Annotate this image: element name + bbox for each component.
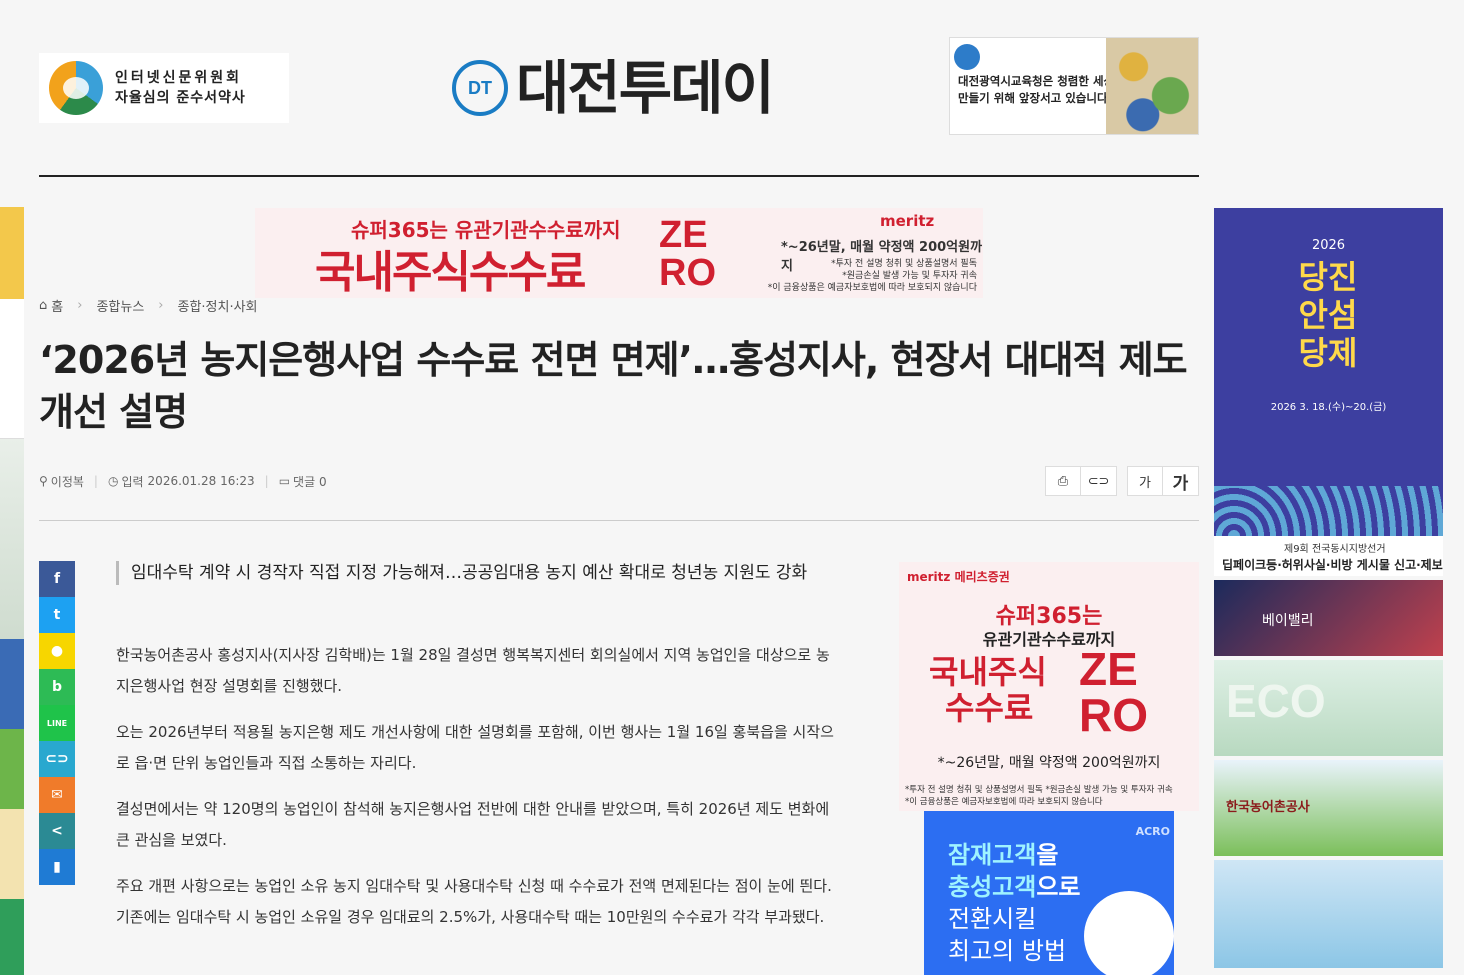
edu-ad-line1: 대전광역시교육청은 청렴한 세상을 bbox=[958, 74, 1125, 88]
krc-ad[interactable]: 한국농어촌공사 bbox=[1214, 760, 1443, 856]
chevron-right-icon: › bbox=[77, 297, 83, 313]
copy-link-button[interactable]: ⊂⊃ bbox=[1081, 466, 1117, 496]
right-sidebar-ads: 2026 당진 안섬 당제 2026 3. 18.(수)~20.(금) 제9회 … bbox=[1214, 208, 1443, 968]
paragraph: 결성면에서는 약 120명의 농업인이 참석해 농지은행사업 전반에 대한 안내… bbox=[116, 800, 830, 849]
article-meta: ⚲ 이정복 | ◷ 입력 2026.01.28 16:23 | ▭ 댓글 0 bbox=[39, 473, 327, 490]
paragraph: 주요 개편 사항으로는 농업인 소유 농지 임대수탁 및 사용대수탁 신청 때 … bbox=[116, 877, 832, 926]
comment-icon: ▭ bbox=[278, 474, 291, 488]
font-decrease-button[interactable]: 가 bbox=[1127, 466, 1163, 496]
dt-logo-icon: DT bbox=[452, 60, 508, 116]
facebook-icon: f bbox=[53, 571, 61, 587]
email-share-button[interactable]: ✉ bbox=[39, 777, 75, 813]
acro-ad[interactable]: ACRO 잠재고객을 충성고객으로 전환시킬 최고의 방법 bbox=[924, 811, 1174, 975]
link-icon: ⊂⊃ bbox=[45, 751, 69, 767]
twitter-share-button[interactable]: t bbox=[39, 597, 75, 633]
article-body: 한국농어촌공사 홍성지사(지사장 김학배)는 1월 28일 결성면 행복복지센터… bbox=[116, 640, 836, 948]
line-share-button[interactable]: LINE bbox=[39, 705, 75, 741]
breadcrumb-level1[interactable]: 종합뉴스 bbox=[96, 296, 144, 315]
paragraph: 오는 2026년부터 적용될 농지은행 제도 개선사항에 대한 설명회를 포함해… bbox=[116, 723, 834, 772]
link-icon: ⊂⊃ bbox=[1087, 473, 1110, 489]
edu-ad-line2: 만들기 위해 앞장서고 있습니다. bbox=[958, 91, 1112, 105]
band-icon: b bbox=[51, 679, 63, 695]
link-share-button[interactable]: ⊂⊃ bbox=[39, 741, 75, 777]
baybally-ad[interactable]: 베이밸리 bbox=[1214, 580, 1443, 656]
share-icon: < bbox=[51, 823, 63, 839]
comment-count[interactable]: 댓글 0 bbox=[293, 473, 327, 490]
article-date: 2026.01.28 16:23 bbox=[147, 474, 255, 488]
edu-ad-photo bbox=[1106, 38, 1198, 134]
eco-ad[interactable]: ECO bbox=[1214, 660, 1443, 756]
press-badge-line1: 인터넷신문위원회 bbox=[115, 70, 243, 86]
press-commission-logo-icon bbox=[49, 61, 103, 115]
print-icon: ⎙ bbox=[1057, 473, 1069, 489]
press-commission-badge[interactable]: 인터넷신문위원회 자율심의 준수서약사 bbox=[39, 53, 289, 123]
education-office-logo-icon bbox=[954, 44, 980, 70]
twitter-icon: t bbox=[53, 607, 61, 623]
chevron-right-icon: › bbox=[158, 297, 164, 313]
site-name: 대전투데이 bbox=[516, 54, 775, 122]
dangjin-festival-poster-ad[interactable]: 2026 당진 안섬 당제 2026 3. 18.(수)~20.(금) bbox=[1214, 208, 1443, 536]
article-tools: ⎙ ⊂⊃ 가 가 bbox=[1045, 466, 1199, 496]
home-icon[interactable]: ⌂ bbox=[39, 298, 47, 313]
poster-date: 2026 3. 18.(수)~20.(금) bbox=[1270, 402, 1387, 413]
article-author[interactable]: 이정복 bbox=[51, 473, 84, 490]
meritz-side-ad[interactable]: meritz 메리츠증권 슈퍼365는 유관기관수수료까지 국내주식 수수료 Z… bbox=[899, 562, 1199, 811]
band-share-button[interactable]: b bbox=[39, 669, 75, 705]
left-edge-ads[interactable] bbox=[0, 207, 24, 975]
article-subtitle: 임대수탁 계약 시 경작자 직접 지정 가능해져…공공임대용 농지 예산 확대로… bbox=[116, 561, 836, 585]
education-office-ad[interactable]: 대전광역시교육청은 청렴한 세상을 만들기 위해 앞장서고 있습니다. bbox=[949, 37, 1199, 135]
clock-icon: ◷ bbox=[107, 474, 119, 488]
facebook-share-button[interactable]: f bbox=[39, 561, 75, 597]
banner-disclaimer: *투자 전 설명 청취 및 상품설명서 필독 *원금손실 발생 가능 및 투자자… bbox=[767, 259, 977, 293]
bookmark-share-button[interactable]: ▮ bbox=[39, 849, 75, 885]
print-button[interactable]: ⎙ bbox=[1045, 466, 1081, 496]
meritz-top-banner-ad[interactable]: 슈퍼365는 유관기관수수료까지 국내주식수수료 ZE RO meritz *~… bbox=[255, 208, 983, 298]
site-logo[interactable]: DT 대전투데이 bbox=[452, 54, 775, 122]
banner-brand: meritz bbox=[880, 212, 935, 230]
breadcrumb-home[interactable]: 홈 bbox=[51, 296, 63, 315]
share-bar: f t ● b LINE ⊂⊃ ✉ < ▮ bbox=[39, 561, 75, 885]
tourism-ad[interactable] bbox=[1214, 860, 1443, 968]
date-label: 입력 bbox=[121, 474, 144, 489]
mascot-face-icon bbox=[1084, 891, 1174, 975]
header-divider bbox=[39, 175, 1199, 177]
kakaotalk-share-button[interactable]: ● bbox=[39, 633, 75, 669]
election-report-ad[interactable]: 제9회 전국동시지방선거 딥페이크등·허위사실·비방 게시물 신고·제보 bbox=[1214, 536, 1443, 576]
kakaotalk-icon: ● bbox=[50, 643, 64, 659]
press-badge-line2: 자율심의 준수서약사 bbox=[115, 90, 246, 106]
banner-zero: ZE RO bbox=[659, 214, 716, 294]
email-icon: ✉ bbox=[51, 787, 63, 803]
article-title: ‘2026년 농지은행사업 수수료 전면 면제’…홍성지사, 현장서 대대적 제… bbox=[39, 338, 1188, 434]
bookmark-icon: ▮ bbox=[53, 859, 61, 875]
banner-line2: 국내주식수수료 bbox=[315, 247, 586, 298]
breadcrumb-level2[interactable]: 종합·정치·사회 bbox=[177, 296, 257, 315]
poster-wave-decoration bbox=[1214, 486, 1443, 536]
paragraph: 한국농어촌공사 홍성지사(지사장 김학배)는 1월 28일 결성면 행복복지센터… bbox=[116, 646, 830, 695]
meta-divider bbox=[39, 520, 1199, 521]
font-increase-button[interactable]: 가 bbox=[1163, 466, 1199, 496]
breadcrumb: ⌂ 홈 › 종합뉴스 › 종합·정치·사회 bbox=[39, 296, 258, 315]
user-icon: ⚲ bbox=[39, 474, 48, 488]
line-icon: LINE bbox=[46, 718, 68, 728]
poster-title: 당진 안섬 당제 bbox=[1298, 258, 1358, 372]
share-share-button[interactable]: < bbox=[39, 813, 75, 849]
